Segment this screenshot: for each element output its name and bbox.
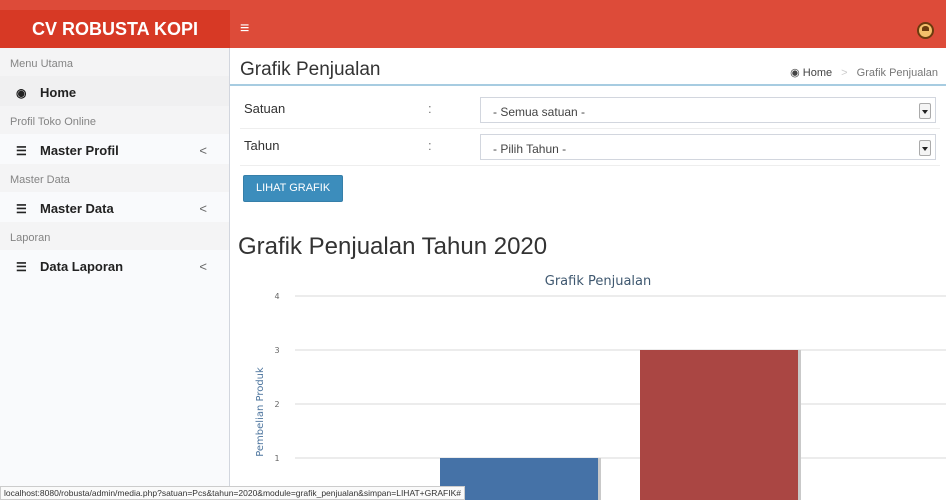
chevron-down-icon[interactable]	[919, 140, 931, 156]
bar[interactable]	[640, 350, 798, 500]
sidebar-header-laporan: Laporan	[0, 222, 229, 250]
satuan-select-value: - Semua satuan -	[493, 105, 586, 119]
sidebar-item-master-profil[interactable]: ☰ Master Profil <	[0, 134, 229, 164]
dashboard-icon: ◉	[790, 67, 800, 79]
chevron-left-icon: <	[199, 143, 207, 158]
tahun-label: Tahun	[244, 138, 280, 153]
chart-heading: Grafik Penjualan Tahun 2020	[238, 233, 548, 260]
breadcrumb-home-link[interactable]: Home	[803, 67, 832, 79]
breadcrumb-current: Grafik Penjualan	[856, 67, 938, 79]
chevron-left-icon: <	[199, 201, 207, 216]
lihat-grafik-button[interactable]: LIHAT GRAFIK	[243, 175, 344, 202]
tahun-select[interactable]: - Pilih Tahun -	[480, 134, 936, 160]
form-divider	[240, 128, 940, 129]
satuan-label: Satuan	[244, 101, 286, 116]
satuan-colon: :	[428, 101, 432, 116]
sidebar-header-profil-toko: Profil Toko Online	[0, 106, 229, 134]
y-tick-label: 4	[274, 292, 279, 301]
top-navbar: CV ROBUSTA KOPI ≡	[0, 0, 946, 48]
breadcrumb-separator: >	[841, 67, 848, 79]
form-row-tahun: Tahun : - Pilih Tahun -	[230, 133, 946, 163]
database-icon: ☰	[16, 202, 27, 216]
database-icon: ☰	[16, 260, 27, 274]
sidebar-item-master-data[interactable]: ☰ Master Data <	[0, 192, 229, 222]
satuan-select[interactable]: - Semua satuan -	[480, 97, 936, 123]
tahun-colon: :	[428, 138, 432, 153]
sidebar: Menu Utama ◉ Home Profil Toko Online ☰ Mas…	[0, 48, 230, 500]
chart-title: Grafik Penjualan	[545, 274, 651, 289]
user-avatar-icon[interactable]	[917, 22, 934, 39]
dashboard-icon: ◉	[16, 86, 27, 100]
y-tick-label: 2	[274, 400, 279, 409]
chart-y-ticks: 1 2 3 4	[274, 292, 279, 463]
sidebar-item-label: Master Profil	[40, 143, 119, 158]
brand-logo[interactable]: CV ROBUSTA KOPI	[0, 10, 230, 48]
y-tick-label: 1	[274, 454, 279, 463]
sidebar-item-data-laporan[interactable]: ☰ Data Laporan <	[0, 250, 229, 280]
form-divider	[240, 165, 940, 166]
sidebar-toggle-icon[interactable]: ≡	[240, 20, 249, 38]
tahun-select-value: - Pilih Tahun -	[493, 142, 567, 156]
chart-y-axis-label: Pembelian Produk	[255, 367, 266, 457]
sidebar-item-label: Home	[40, 85, 77, 100]
sidebar-item-home[interactable]: ◉ Home	[0, 76, 229, 106]
form-row-satuan: Satuan : - Semua satuan -	[230, 96, 946, 126]
chart-grid	[295, 295, 946, 459]
chevron-down-icon[interactable]	[919, 103, 931, 119]
browser-status-bar: localhost:8080/robusta/admin/media.php?s…	[0, 486, 466, 500]
breadcrumb: ◉ Home > Grafik Penjualan	[790, 66, 938, 79]
sidebar-header-master-data: Master Data	[0, 164, 229, 192]
sidebar-item-label: Data Laporan	[40, 259, 124, 274]
database-icon: ☰	[16, 144, 27, 158]
sales-bar-chart: 1 2 3 4 Grafik Penjualan Pembelian Produk	[255, 274, 946, 500]
chevron-left-icon: <	[199, 259, 207, 274]
sidebar-item-label: Master Data	[40, 201, 114, 216]
chart-bars	[440, 350, 801, 500]
title-divider	[230, 84, 946, 86]
y-tick-label: 3	[274, 346, 279, 355]
page-title: Grafik Penjualan	[240, 59, 381, 80]
sidebar-header-menu-utama: Menu Utama	[0, 48, 229, 76]
main-content: Grafik Penjualan ◉ Home > Grafik Penjual…	[230, 48, 946, 500]
